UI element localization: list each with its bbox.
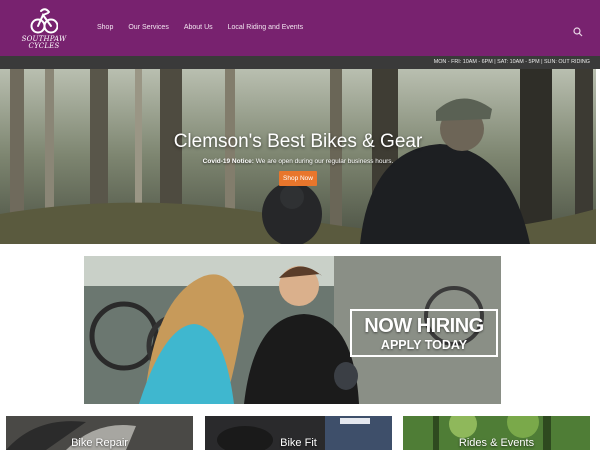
card-bike-fit[interactable]: Bike Fit [205, 416, 392, 450]
card-bike-repair[interactable]: Bike Repair [6, 416, 193, 450]
covid-notice: Covid-19 Notice: We are open during our … [0, 157, 596, 166]
nav-item-about-us[interactable]: About Us [184, 23, 213, 33]
nav-item-shop[interactable]: Shop [97, 23, 113, 33]
main-nav: Shop Our Services About Us Local Riding … [97, 23, 303, 33]
card-rides-events[interactable]: Rides & Events [403, 416, 590, 450]
hero-banner: Clemson's Best Bikes & Gear Covid-19 Not… [0, 69, 596, 244]
logo-text: SOUTHPAW CYCLES [21, 35, 67, 50]
apply-today-text: APPLY TODAY [380, 338, 468, 352]
now-hiring-banner[interactable]: NOW HIRING APPLY TODAY [84, 256, 501, 404]
card-label-rides-events: Rides & Events [458, 437, 535, 449]
nav-item-local-riding[interactable]: Local Riding and Events [228, 23, 304, 33]
hiring-box: NOW HIRING APPLY TODAY [350, 309, 498, 357]
site-header: SOUTHPAW CYCLES Shop Our Services About … [0, 0, 600, 56]
covid-notice-text: We are open during our regular business … [253, 158, 394, 165]
now-hiring-text: NOW HIRING [364, 315, 484, 337]
card-label-bike-fit: Bike Fit [280, 437, 317, 449]
search-button[interactable] [573, 24, 583, 37]
shop-now-button[interactable]: Shop Now [279, 171, 317, 186]
logo[interactable]: SOUTHPAW CYCLES [14, 6, 74, 52]
store-hours: MON - FRI: 10AM - 6PM | SAT: 10AM - 5PM … [433, 59, 590, 65]
search-icon [573, 27, 583, 37]
nav-item-our-services[interactable]: Our Services [128, 23, 168, 33]
hero-title: Clemson's Best Bikes & Gear [173, 131, 423, 152]
hours-bar: MON - FRI: 10AM - 6PM | SAT: 10AM - 5PM … [0, 56, 600, 69]
covid-notice-label: Covid-19 Notice: [202, 158, 254, 165]
bike-logo-icon [30, 8, 58, 34]
card-label-bike-repair: Bike Repair [71, 437, 128, 449]
